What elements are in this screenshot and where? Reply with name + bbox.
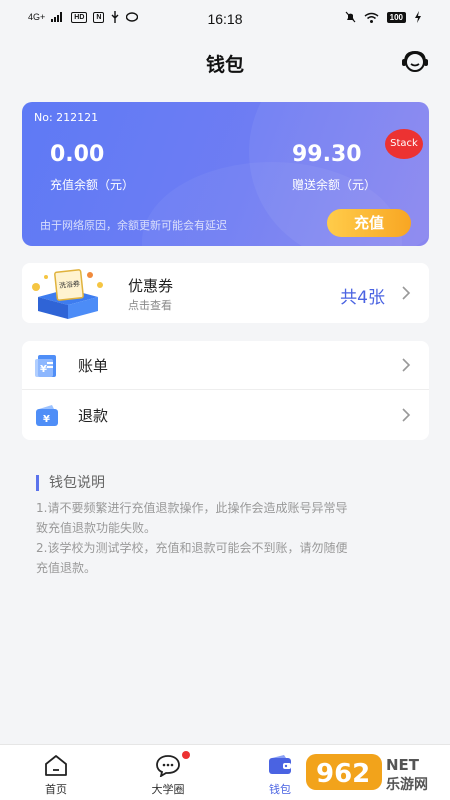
customer-service-icon [402, 50, 428, 72]
tab-home[interactable]: 首页 [16, 745, 96, 800]
recharge-button[interactable]: 充值 [327, 209, 411, 237]
chevron-right-icon [402, 286, 411, 300]
svg-text:¥: ¥ [43, 414, 50, 425]
watermark-logo-text: 962 [316, 759, 370, 789]
coupon-gift-box-icon: 洗浴券 [32, 269, 103, 319]
recharge-balance-value: 0.00 [50, 142, 105, 167]
wifi-icon [364, 12, 379, 23]
recharge-balance-label: 充值余额（元） [50, 178, 135, 192]
chevron-right-icon [402, 358, 411, 372]
home-icon [45, 755, 67, 776]
bill-icon: ¥ [35, 355, 56, 377]
status-right: 100 [345, 11, 422, 23]
balance-delay-note: 由于网络原因，余额更新可能会有延迟 [40, 219, 227, 232]
watermark-site-text: 乐游网 [386, 776, 428, 793]
balance-card: No: 212121 Stack 0.00 充值余额（元） 99.30 赠送余额… [22, 102, 429, 246]
page-title: 钱包 [205, 54, 244, 76]
svg-text:¥: ¥ [40, 364, 47, 375]
chat-bubble-icon [156, 755, 180, 777]
status-bar: 4G+ HD N 16:18 100 [0, 0, 450, 38]
tab-label: 大学圈 [151, 783, 185, 796]
notes-line: 致充值退款功能失败。 [36, 521, 157, 535]
coupon-entry[interactable]: 洗浴券 优惠券 点击查看 共4张 [22, 263, 429, 323]
notes-line: 2.该学校为测试学校，充值和退款可能会不到账，请勿随便 [36, 541, 348, 555]
notes-line: 充值退款。 [36, 561, 97, 575]
card-number: No: 212121 [34, 111, 99, 124]
coupon-title: 优惠券 [128, 277, 174, 295]
tab-label: 首页 [45, 783, 67, 796]
watermark-net-text: NET [386, 756, 420, 774]
tab-campus[interactable]: 大学圈 [128, 745, 208, 800]
mute-icon [345, 11, 356, 23]
menu-item-refund[interactable]: ¥ 退款 [22, 391, 429, 440]
notes-title: 钱包说明 [36, 475, 416, 491]
coupon-subtitle: 点击查看 [128, 299, 172, 312]
site-watermark-logo: 962 NET 乐游网 [306, 754, 428, 793]
stack-badge[interactable]: Stack [385, 129, 423, 159]
menu-item-bill[interactable]: ¥ 账单 [22, 341, 429, 390]
wallet-notes: 钱包说明 1.请不要频繁进行充值退款操作，此操作会造成账号异常导 致充值退款功能… [36, 475, 416, 578]
charging-icon [415, 11, 421, 23]
menu-item-label: 退款 [78, 407, 109, 425]
chevron-right-icon [402, 408, 411, 422]
page-header: 钱包 [0, 38, 450, 86]
coupon-count: 共4张 [340, 288, 385, 308]
gift-balance-value: 99.30 [292, 142, 362, 167]
refund-wallet-icon: ¥ [36, 405, 58, 426]
menu-item-label: 账单 [78, 357, 109, 375]
customer-service-button[interactable] [400, 48, 430, 76]
notes-line: 1.请不要频繁进行充值退款操作，此操作会造成账号异常导 [36, 501, 348, 515]
battery-indicator: 100 [386, 11, 406, 23]
gift-balance-label: 赠送余额（元） [292, 178, 377, 192]
notification-dot [182, 751, 190, 759]
wallet-icon [269, 755, 291, 774]
wallet-menu: ¥ 账单 ¥ 退款 [22, 341, 429, 440]
